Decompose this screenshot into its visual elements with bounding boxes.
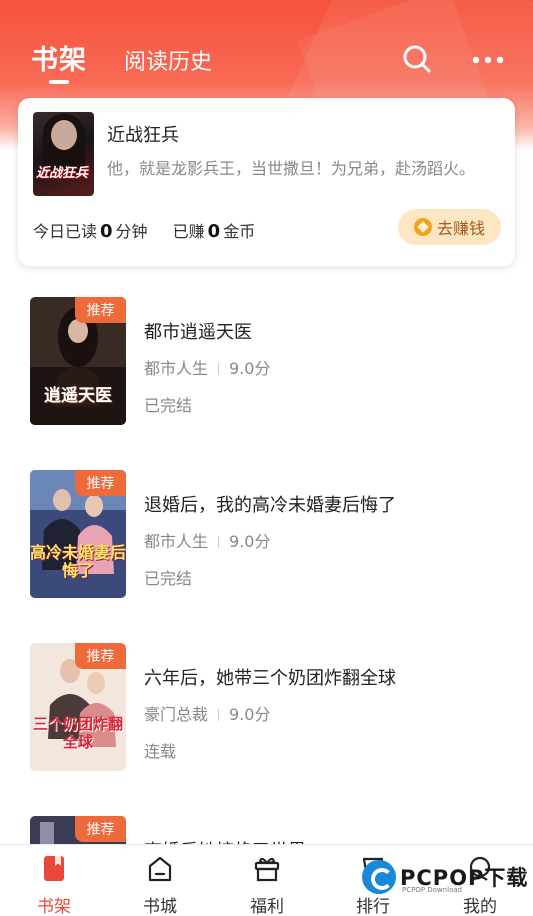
- book-meta: 豪门总裁 9.0分: [144, 701, 270, 725]
- book-status: 连载: [144, 742, 177, 761]
- book-cover[interactable]: 三个奶团炸翻全球 推荐: [30, 643, 126, 771]
- earn-money-button[interactable]: 去赚钱: [398, 209, 501, 245]
- book-status: 已完结: [144, 396, 193, 415]
- book-title[interactable]: 近战狂兵: [107, 121, 179, 147]
- tab-label: 书城: [143, 897, 177, 916]
- tab-label: 福利: [250, 897, 284, 916]
- book-title[interactable]: 退婚后，我的高冷未婚妻后悔了: [144, 491, 396, 517]
- book-score: 9.0分: [229, 532, 271, 551]
- recommend-badge: 推荐: [75, 816, 126, 842]
- earned-unit: 金币: [223, 222, 256, 241]
- list-item[interactable]: 逍遥天医 推荐 都市逍遥天医 都市人生 9.0分 已完结: [0, 297, 533, 429]
- cover-illustration: [51, 120, 77, 150]
- book-category: 都市人生: [144, 359, 209, 378]
- book-score: 9.0分: [229, 705, 271, 724]
- book-meta: 都市人生 9.0分: [144, 355, 270, 379]
- book-title[interactable]: 都市逍遥天医: [144, 318, 252, 344]
- search-icon[interactable]: [402, 44, 432, 74]
- read-today-value: 0: [100, 221, 113, 242]
- book-cover[interactable]: 高冷未婚妻后悔了 推荐: [30, 470, 126, 598]
- divider: [218, 709, 220, 721]
- tab-label: 书架: [37, 897, 71, 916]
- welfare-icon: [254, 857, 280, 882]
- coin-icon: [413, 218, 432, 236]
- tab-indicator: [49, 80, 69, 84]
- book-category: 豪门总裁: [144, 705, 209, 724]
- divider: [218, 363, 220, 375]
- recommend-badge: 推荐: [75, 643, 126, 669]
- more-dots-icon[interactable]: [470, 48, 506, 72]
- reading-stats: 今日已读 0 分钟 已赚 0 金币: [33, 218, 255, 242]
- cover-title: 近战狂兵: [36, 166, 89, 181]
- cover-title: 逍遥天医: [44, 386, 112, 406]
- book-category: 都市人生: [144, 532, 209, 551]
- bookstore-icon: [148, 856, 172, 882]
- cover-title: 三个奶团炸翻全球: [32, 715, 123, 751]
- list-item[interactable]: 三个奶团炸翻全球 推荐 六年后，她带三个奶团炸翻全球 豪门总裁 9.0分 连载: [0, 643, 533, 775]
- earned-value: 0: [207, 221, 221, 242]
- book-description: 他，就是龙影兵王，当世撒旦！为兄弟，赴汤蹈火。: [107, 159, 476, 178]
- watermark-logo-icon: [362, 860, 396, 894]
- tab-bookstore[interactable]: 书城: [120, 845, 200, 916]
- book-cover[interactable]: 近战狂兵: [33, 112, 94, 196]
- bookshelf-icon: [44, 856, 64, 881]
- recommend-badge: 推荐: [75, 297, 126, 323]
- watermark: PCPOP下载 PCPOP Download: [360, 857, 530, 899]
- book-meta: 都市人生 9.0分: [144, 528, 270, 552]
- read-today-label: 今日已读: [33, 222, 98, 241]
- book-status: 已完结: [144, 569, 193, 588]
- tab-reading-history[interactable]: 阅读历史: [124, 44, 212, 76]
- divider: [218, 536, 220, 548]
- recommend-badge: 推荐: [75, 470, 126, 496]
- tab-welfare[interactable]: 福利: [227, 845, 307, 916]
- list-item[interactable]: 高冷未婚妻后悔了 推荐 退婚后，我的高冷未婚妻后悔了 都市人生 9.0分 已完结: [0, 470, 533, 602]
- watermark-subtitle: PCPOP Download: [402, 886, 463, 894]
- book-cover[interactable]: 逍遥天医 推荐: [30, 297, 126, 425]
- book-score: 9.0分: [229, 359, 271, 378]
- current-reading-card[interactable]: 近战狂兵 近战狂兵 他，就是龙影兵王，当世撒旦！为兄弟，赴汤蹈火。 今日已读 0 分…: [18, 98, 515, 266]
- tab-bookshelf-nav[interactable]: 书架: [14, 845, 94, 916]
- earn-money-label: 去赚钱: [436, 219, 485, 238]
- earned-label: 已赚: [172, 222, 205, 241]
- read-today-unit: 分钟: [115, 222, 148, 241]
- tab-bookshelf[interactable]: 书架: [31, 38, 87, 77]
- book-title[interactable]: 六年后，她带三个奶团炸翻全球: [144, 664, 396, 690]
- cover-title: 高冷未婚妻后悔了: [30, 543, 126, 580]
